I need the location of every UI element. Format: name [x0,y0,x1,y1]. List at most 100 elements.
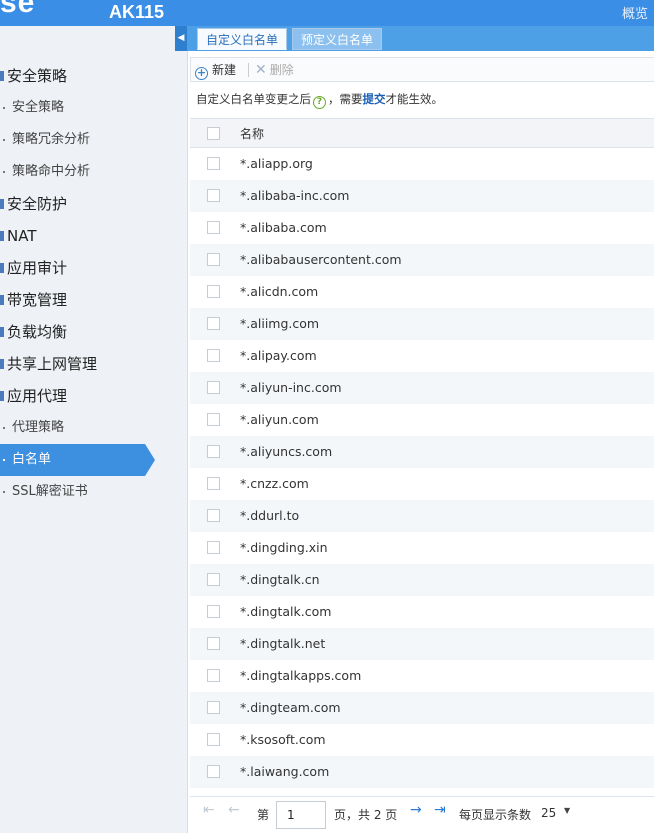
page-prefix: 第 [257,808,270,822]
sidebar-item-5[interactable]: NAT [0,220,36,252]
menu-group-icon [0,359,4,369]
row-name: *.alicdn.com [240,284,319,299]
top-bar: se AK115 概览 [0,0,654,26]
sidebar-item-label: 共享上网管理 [7,355,98,373]
row-checkbox[interactable] [207,189,220,202]
page-number-input[interactable] [276,801,326,829]
tab-predefined-whitelist[interactable]: 预定义白名单 [292,28,383,50]
device-model: AK115 [109,2,165,22]
submit-link[interactable]: 提交 [363,92,386,106]
bullet-icon [3,459,5,461]
table-row[interactable]: *.dingtalkapps.com [190,660,654,692]
sidebar-item-10[interactable]: 应用代理 [0,380,67,412]
help-icon[interactable]: ? [313,96,326,109]
table-row[interactable]: *.dingtalk.cn [190,564,654,596]
table-row[interactable]: *.dingteam.com [190,692,654,724]
row-checkbox[interactable] [207,605,220,618]
table-row[interactable]: *.aliyun-inc.com [190,372,654,404]
sidebar-item-label: 白名单 [12,452,52,467]
table-row[interactable]: *.aliyun.com [190,404,654,436]
bullet-icon [3,171,5,173]
overview-link[interactable]: 概览 [622,3,648,22]
next-page-icon[interactable]: → [410,802,422,818]
row-name: *.aliyun.com [240,412,319,427]
menu-group-icon [0,263,4,273]
sidebar-item-9[interactable]: 共享上网管理 [0,348,97,380]
sidebar-item-7[interactable]: 带宽管理 [0,284,67,316]
first-page-icon[interactable]: ⇤ [203,802,215,818]
row-name: *.ddurl.to [240,508,300,523]
row-checkbox[interactable] [207,637,220,650]
row-checkbox[interactable] [207,221,220,234]
table-row[interactable]: *.alipay.com [190,340,654,372]
collapse-sidebar-icon[interactable]: ◀ [175,26,187,51]
sidebar-item-1[interactable]: 安全策略 [0,92,64,124]
row-name: *.alipay.com [240,348,317,363]
table-row[interactable]: *.alibabausercontent.com [190,244,654,276]
table-row[interactable]: *.aliapp.org [190,148,654,180]
table-row[interactable]: *.alibaba.com [190,212,654,244]
row-checkbox[interactable] [207,765,220,778]
menu-group-icon [0,327,4,337]
sidebar-item-6[interactable]: 应用审计 [0,252,67,284]
table-row[interactable]: *.laiwang.com [190,756,654,788]
table-row[interactable]: *.alicdn.com [190,276,654,308]
toolbar: + 新建 ✕ 删除 [190,57,654,82]
tab-custom-whitelist[interactable]: 自定义白名单 [197,28,288,50]
row-checkbox[interactable] [207,733,220,746]
row-checkbox[interactable] [207,381,220,394]
sidebar-item-2[interactable]: 策略冗余分析 [0,124,90,156]
new-button-label: 新建 [212,63,237,77]
bullet-icon [3,107,5,109]
row-checkbox[interactable] [207,541,220,554]
whitelist-table: 名称 *.aliapp.org *.alibaba-inc.com *.alibab… [190,118,654,788]
last-page-icon[interactable]: ⇥ [434,802,446,818]
brand-logo: se [0,0,36,19]
select-all-checkbox[interactable] [207,127,220,140]
menu-group-icon [0,231,4,241]
sidebar-item-label: NAT [7,227,37,245]
table-row[interactable]: *.alibaba-inc.com [190,180,654,212]
row-checkbox[interactable] [207,509,220,522]
chevron-down-icon[interactable]: ▼ [564,806,570,815]
sidebar-item-13[interactable]: SSL解密证书 [0,476,88,508]
menu-group-icon [0,295,4,305]
table-row[interactable]: *.aliimg.com [190,308,654,340]
row-checkbox[interactable] [207,573,220,586]
hint-text-after: 才能生效。 [385,92,444,106]
row-checkbox[interactable] [207,669,220,682]
sidebar-item-11[interactable]: 代理策略 [0,412,64,444]
row-checkbox[interactable] [207,701,220,714]
row-checkbox[interactable] [207,317,220,330]
bullet-icon [3,427,5,429]
new-button[interactable]: + 新建 [195,61,237,80]
row-checkbox[interactable] [207,445,220,458]
row-checkbox[interactable] [207,253,220,266]
sidebar-item-3[interactable]: 策略命中分析 [0,156,90,188]
table-row[interactable]: *.dingding.xin [190,532,654,564]
per-page-select[interactable]: 25 [541,806,556,820]
row-checkbox[interactable] [207,285,220,298]
sidebar-item-0[interactable]: 安全策略 [0,60,67,92]
row-name: *.aliapp.org [240,156,313,171]
sidebar-item-12[interactable]: 白名单 [0,444,155,476]
sidebar-item-4[interactable]: 安全防护 [0,188,67,220]
sidebar-item-label: 策略命中分析 [12,164,91,179]
sidebar-item-8[interactable]: 负载均衡 [0,316,67,348]
sidebar-item-label: 安全防护 [7,195,68,213]
row-checkbox[interactable] [207,477,220,490]
row-checkbox[interactable] [207,349,220,362]
delete-button[interactable]: ✕ 删除 [255,61,294,79]
row-checkbox[interactable] [207,413,220,426]
table-row[interactable]: *.ddurl.to [190,500,654,532]
table-row[interactable]: *.ksosoft.com [190,724,654,756]
table-row[interactable]: *.dingtalk.com [190,596,654,628]
row-checkbox[interactable] [207,157,220,170]
prev-page-icon[interactable]: ← [228,802,240,818]
table-row[interactable]: *.dingtalk.net [190,628,654,660]
table-row[interactable]: *.aliyuncs.com [190,436,654,468]
bullet-icon [3,139,5,141]
sidebar-item-label: 带宽管理 [7,291,68,309]
table-header: 名称 [190,118,654,148]
table-row[interactable]: *.cnzz.com [190,468,654,500]
